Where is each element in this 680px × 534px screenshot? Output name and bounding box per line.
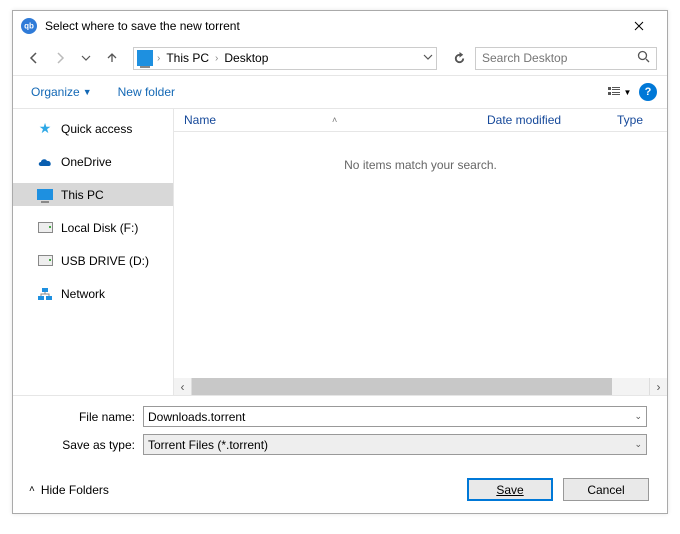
sidebar-item-quick-access[interactable]: ★ Quick access (13, 117, 173, 140)
cancel-button[interactable]: Cancel (563, 478, 649, 501)
save-dialog: Select where to save the new torrent › T… (12, 10, 668, 514)
refresh-icon (453, 52, 466, 65)
file-list-area: Name ˄ Date modified Type No items match… (174, 109, 667, 395)
up-button[interactable] (101, 47, 123, 69)
scroll-track[interactable] (191, 378, 650, 395)
save-button[interactable]: Save (467, 478, 553, 501)
network-icon (37, 286, 53, 302)
body: ★ Quick access OneDrive This PC Local Di… (13, 109, 667, 395)
sidebar-item-label: This PC (61, 188, 104, 202)
scroll-thumb[interactable] (192, 378, 612, 395)
sidebar-item-label: OneDrive (61, 155, 112, 169)
chevron-up-icon: ˄ (29, 484, 35, 495)
search-input[interactable] (482, 51, 637, 65)
view-options-button[interactable]: ▼ (605, 81, 633, 103)
column-header-row: Name ˄ Date modified Type (174, 109, 667, 132)
sidebar-item-network[interactable]: Network (13, 282, 173, 305)
filename-input[interactable] (148, 410, 634, 424)
breadcrumb[interactable]: Desktop (222, 51, 270, 65)
filename-field[interactable]: ⌄ (143, 406, 647, 427)
chevron-down-icon[interactable]: ⌄ (634, 439, 642, 450)
pc-icon (137, 50, 153, 66)
search-box[interactable] (475, 47, 657, 70)
sidebar-item-usb-drive[interactable]: USB DRIVE (D:) (13, 249, 173, 272)
saveastype-label: Save as type: (33, 438, 143, 452)
nav-row: › This PC › Desktop (13, 41, 667, 75)
back-button[interactable] (23, 47, 45, 69)
close-button[interactable] (619, 12, 659, 40)
sidebar-item-onedrive[interactable]: OneDrive (13, 150, 173, 173)
saveastype-input[interactable] (148, 438, 634, 452)
scroll-left-button[interactable]: ‹ (174, 378, 191, 395)
forward-button[interactable] (49, 47, 71, 69)
window-title: Select where to save the new torrent (45, 19, 619, 33)
toolbar: Organize ▼ New folder ▼ ? (13, 75, 667, 109)
scroll-right-button[interactable]: › (650, 378, 667, 395)
drive-icon (37, 253, 53, 269)
column-label: Name (184, 113, 216, 127)
saveastype-field[interactable]: ⌄ (143, 434, 647, 455)
sidebar-item-local-disk[interactable]: Local Disk (F:) (13, 216, 173, 239)
titlebar: Select where to save the new torrent (13, 11, 667, 41)
search-icon (637, 50, 650, 66)
chevron-down-icon: ▼ (624, 88, 632, 97)
footer: ˄ Hide Folders Save Cancel (13, 466, 667, 513)
help-button[interactable]: ? (639, 83, 657, 101)
column-header-type[interactable]: Type (607, 113, 667, 127)
breadcrumb-separator-icon: › (157, 53, 160, 64)
new-folder-button[interactable]: New folder (118, 85, 175, 99)
column-header-name[interactable]: Name ˄ (174, 113, 477, 127)
saveastype-row: Save as type: ⌄ (33, 434, 647, 455)
close-icon (634, 21, 644, 31)
sort-indicator-icon: ˄ (332, 115, 337, 125)
sidebar-item-label: Network (61, 287, 105, 301)
drive-icon (37, 220, 53, 236)
hide-folders-toggle[interactable]: ˄ Hide Folders (29, 483, 109, 497)
view-details-icon (607, 85, 621, 99)
breadcrumb-separator-icon: › (215, 53, 218, 64)
arrow-up-icon (106, 52, 118, 64)
sidebar-item-label: USB DRIVE (D:) (61, 254, 149, 268)
recent-locations-button[interactable] (75, 47, 97, 69)
sidebar-item-label: Local Disk (F:) (61, 221, 138, 235)
filename-label: File name: (33, 410, 143, 424)
address-bar[interactable]: › This PC › Desktop (133, 47, 437, 70)
column-header-date[interactable]: Date modified (477, 113, 607, 127)
pc-icon (37, 187, 53, 203)
sidebar: ★ Quick access OneDrive This PC Local Di… (13, 109, 173, 395)
sidebar-item-label: Quick access (61, 122, 132, 136)
address-dropdown-button[interactable] (423, 51, 433, 65)
app-icon (21, 18, 37, 34)
breadcrumb[interactable]: This PC (164, 51, 211, 65)
arrow-left-icon (28, 52, 40, 64)
empty-message: No items match your search. (174, 132, 667, 378)
filename-row: File name: ⌄ (33, 406, 647, 427)
chevron-down-icon (80, 52, 92, 64)
organize-label: Organize (31, 85, 80, 99)
onedrive-icon (37, 154, 53, 170)
form-area: File name: ⌄ Save as type: ⌄ (13, 395, 667, 466)
quick-access-icon: ★ (37, 121, 53, 137)
chevron-down-icon: ▼ (83, 87, 92, 97)
chevron-down-icon[interactable]: ⌄ (634, 411, 642, 422)
sidebar-item-this-pc[interactable]: This PC (13, 183, 173, 206)
arrow-right-icon (54, 52, 66, 64)
organize-menu[interactable]: Organize ▼ (31, 85, 92, 99)
hide-folders-label: Hide Folders (41, 483, 109, 497)
horizontal-scrollbar[interactable]: ‹ › (174, 378, 667, 395)
chevron-down-icon (423, 52, 433, 62)
refresh-button[interactable] (447, 46, 471, 70)
